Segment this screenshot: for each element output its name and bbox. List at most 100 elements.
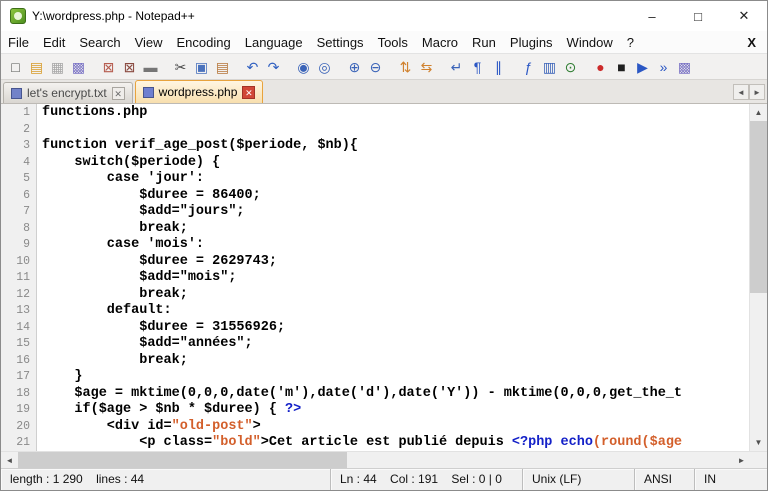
code-line[interactable]: default: xyxy=(42,303,749,320)
line-number: 2 xyxy=(1,122,30,139)
monitoring-icon[interactable]: ⊙ xyxy=(560,56,581,77)
line-number: 9 xyxy=(1,237,30,254)
window-title: Y:\wordpress.php - Notepad++ xyxy=(32,9,195,23)
line-number: 15 xyxy=(1,336,30,353)
menu-item-edit[interactable]: Edit xyxy=(36,33,72,52)
menu-item-window[interactable]: Window xyxy=(560,33,620,52)
menu-item-tools[interactable]: Tools xyxy=(371,33,415,52)
save-all-icon[interactable]: ▩ xyxy=(68,56,89,77)
menu-item-settings[interactable]: Settings xyxy=(310,33,371,52)
paste-icon[interactable]: ▤ xyxy=(212,56,233,77)
code-line[interactable]: break; xyxy=(42,287,749,304)
maximize-button[interactable]: □ xyxy=(675,1,721,31)
vertical-scroll-thumb[interactable] xyxy=(750,121,767,293)
code-line[interactable]: $add="années"; xyxy=(42,336,749,353)
menu-item-search[interactable]: Search xyxy=(72,33,127,52)
code-line[interactable]: switch($periode) { xyxy=(42,155,749,172)
replace-icon[interactable]: ◎ xyxy=(314,56,335,77)
code-line[interactable]: $add="mois"; xyxy=(42,270,749,287)
code-line[interactable]: functions.php xyxy=(42,105,749,122)
vertical-scroll-track[interactable] xyxy=(750,121,767,434)
menu-item-macro[interactable]: Macro xyxy=(415,33,465,52)
code-line[interactable]: $age = mktime(0,0,0,date('m'),date('d'),… xyxy=(42,386,749,403)
copy-icon[interactable]: ▣ xyxy=(191,56,212,77)
code-line[interactable]: break; xyxy=(42,221,749,238)
close-all-icon[interactable]: ⊠ xyxy=(119,56,140,77)
tab-close-icon[interactable]: ✕ xyxy=(242,86,255,99)
code-line[interactable]: break; xyxy=(42,353,749,370)
word-wrap-icon[interactable]: ↵ xyxy=(446,56,467,77)
notepadpp-icon[interactable] xyxy=(10,8,26,24)
run-macro-multiple-times-icon[interactable]: » xyxy=(653,56,674,77)
code-line[interactable]: $add="jours"; xyxy=(42,204,749,221)
stop-macro-recording-icon[interactable]: ■ xyxy=(611,56,632,77)
horizontal-scroll-track[interactable] xyxy=(18,452,733,468)
open-file-icon[interactable]: ▤ xyxy=(26,56,47,77)
code-line[interactable]: case 'mois': xyxy=(42,237,749,254)
menu-item-file[interactable]: File xyxy=(1,33,36,52)
menubar: FileEditSearchViewEncodingLanguageSettin… xyxy=(1,31,767,53)
tab-wordpress-php[interactable]: wordpress.php✕ xyxy=(135,80,264,103)
vertical-scrollbar[interactable]: ▲ ▼ xyxy=(749,104,767,451)
code-line[interactable] xyxy=(42,122,749,139)
scroll-up-icon[interactable]: ▲ xyxy=(750,104,767,121)
code-line[interactable]: <div id="old-post"> xyxy=(42,419,749,436)
find-icon[interactable]: ◉ xyxy=(293,56,314,77)
status-encoding: ANSI xyxy=(635,469,695,490)
line-number-gutter[interactable]: 123456789101112131415161718192021 xyxy=(1,104,37,451)
line-number: 13 xyxy=(1,303,30,320)
undo-icon[interactable]: ↶ xyxy=(242,56,263,77)
save-recorded-macro-icon[interactable]: ▩ xyxy=(674,56,695,77)
line-number: 6 xyxy=(1,188,30,205)
print-icon[interactable]: ▬ xyxy=(140,56,161,77)
code-line[interactable]: case 'jour': xyxy=(42,171,749,188)
code-area[interactable]: functions.php function verif_age_post($p… xyxy=(37,104,749,451)
tab-scroll-right-icon[interactable]: ► xyxy=(749,84,765,100)
line-number: 4 xyxy=(1,155,30,172)
new-file-icon[interactable]: □ xyxy=(5,56,26,77)
horizontal-scroll-thumb[interactable] xyxy=(18,452,347,468)
tab-scroll-left-icon[interactable]: ◄ xyxy=(733,84,749,100)
zoom-out-icon[interactable]: ⊖ xyxy=(365,56,386,77)
code-line[interactable]: <p class="bold">Cet article est publié d… xyxy=(42,435,749,451)
record-macro-icon[interactable]: ● xyxy=(590,56,611,77)
playback-macro-icon[interactable]: ▶ xyxy=(632,56,653,77)
scroll-left-icon[interactable]: ◄ xyxy=(1,452,18,469)
line-number: 20 xyxy=(1,419,30,436)
sync-vertical-scrolling-icon[interactable]: ⇅ xyxy=(395,56,416,77)
cut-icon[interactable]: ✂ xyxy=(170,56,191,77)
minimize-button[interactable]: – xyxy=(629,1,675,31)
show-indent-guide-icon[interactable]: ∥ xyxy=(488,56,509,77)
line-number: 8 xyxy=(1,221,30,238)
scroll-down-icon[interactable]: ▼ xyxy=(750,434,767,451)
function-list-icon[interactable]: ƒ xyxy=(518,56,539,77)
menu-item-run[interactable]: Run xyxy=(465,33,503,52)
menu-item-view[interactable]: View xyxy=(128,33,170,52)
save-icon[interactable]: ▦ xyxy=(47,56,68,77)
line-number: 17 xyxy=(1,369,30,386)
code-line[interactable]: $duree = 31556926; xyxy=(42,320,749,337)
menubar-close-button[interactable]: X xyxy=(736,35,767,50)
horizontal-scrollbar[interactable]: ◄ ► xyxy=(1,451,767,468)
code-line[interactable]: } xyxy=(42,369,749,386)
tab-close-icon[interactable]: ✕ xyxy=(112,87,125,100)
close-button[interactable]: ✕ xyxy=(721,1,767,31)
scrollbar-corner xyxy=(750,452,767,468)
code-line[interactable]: $duree = 86400; xyxy=(42,188,749,205)
redo-icon[interactable]: ↷ xyxy=(263,56,284,77)
code-line[interactable]: if($age > $nb * $duree) { ?> xyxy=(42,402,749,419)
document-map-icon[interactable]: ▥ xyxy=(539,56,560,77)
show-all-characters-icon[interactable]: ¶ xyxy=(467,56,488,77)
zoom-in-icon[interactable]: ⊕ xyxy=(344,56,365,77)
sync-horizontal-scrolling-icon[interactable]: ⇆ xyxy=(416,56,437,77)
menu-item-help[interactable]: ? xyxy=(620,33,641,52)
close-icon[interactable]: ⊠ xyxy=(98,56,119,77)
tab-let-s-encrypt-txt[interactable]: let's encrypt.txt✕ xyxy=(3,82,133,103)
scroll-right-icon[interactable]: ► xyxy=(733,452,750,469)
menu-item-language[interactable]: Language xyxy=(238,33,310,52)
menu-item-plugins[interactable]: Plugins xyxy=(503,33,560,52)
code-line[interactable]: function verif_age_post($periode, $nb){ xyxy=(42,138,749,155)
menu-item-encoding[interactable]: Encoding xyxy=(170,33,238,52)
code-line[interactable]: $duree = 2629743; xyxy=(42,254,749,271)
titlebar[interactable]: Y:\wordpress.php - Notepad++ – □ ✕ xyxy=(1,1,767,31)
